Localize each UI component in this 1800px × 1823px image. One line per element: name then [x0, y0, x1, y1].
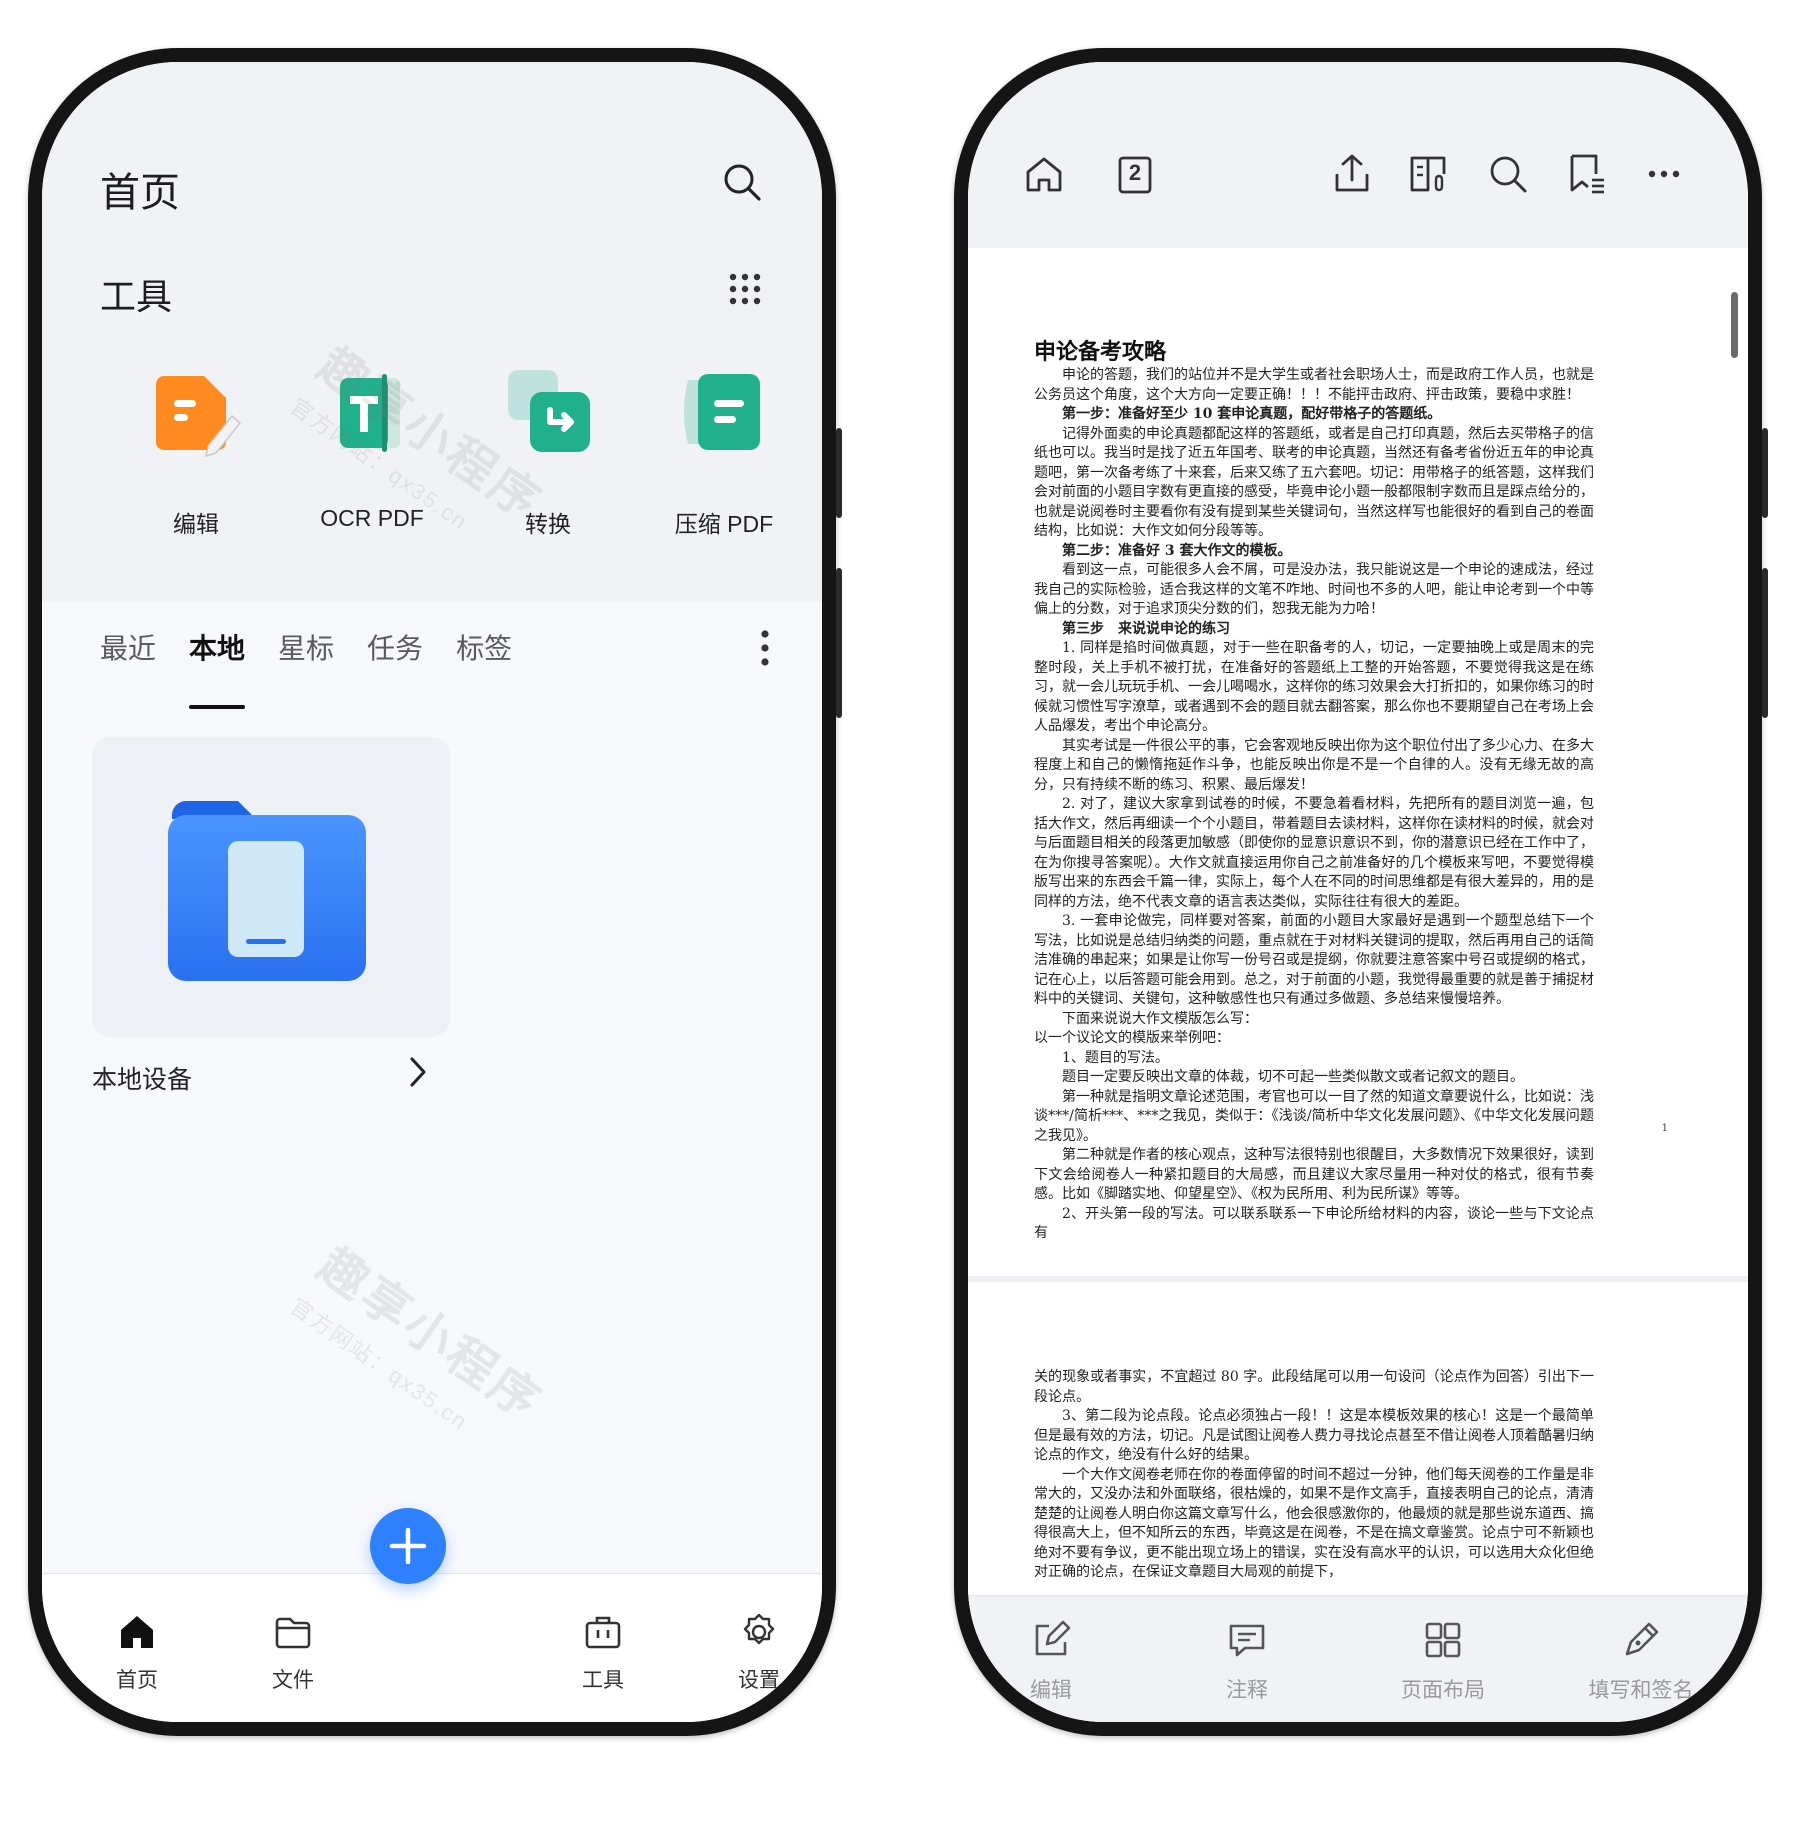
convert-icon [508, 370, 590, 452]
tool-edit[interactable]: 编辑 [106, 362, 286, 539]
file-tabs: 最近 本地 星标 任务 标签 [100, 617, 512, 709]
nav-label: 填写和签名 [1588, 1679, 1694, 1702]
comment-icon [1229, 1624, 1265, 1657]
bottom-navigation: 首页 文件 工具 设置 [42, 1573, 822, 1722]
document-paragraph: 第二种就是作者的核心观点，这种写法很特别也很醒目，大多数情况下效果很好，读到下文… [1034, 1147, 1594, 1202]
document-paragraph: 3. 一套申论做完，同样要对答案，前面的小题目大家最好是遇到一个题型总结下一个写… [1034, 913, 1594, 1007]
editor-bottom-toolbar: 编辑 注释 页面布局 填写和签名 [968, 1595, 1748, 1722]
nav-edit[interactable]: 编辑 [996, 1618, 1106, 1704]
document-paragraph: 第三步 来说说申论的练习 [1062, 620, 1230, 637]
watermark: 趣享小程序 官方网站：qx35.cn [285, 1238, 552, 1436]
scrollbar[interactable] [1731, 292, 1738, 358]
phone-frame-right: 2 申论备考攻略 申论的答题，我们的站位并不是大学生或者社会职场人士，而是政府工… [954, 48, 1768, 1736]
home-icon[interactable] [1020, 150, 1068, 198]
document-paragraph: 一个大作文阅卷老师在你的卷面停留的时间不超过一分钟，他们每天阅卷的工作量是非常大… [1034, 1466, 1594, 1581]
folder-icon [275, 1617, 311, 1649]
more-icon[interactable] [1640, 150, 1688, 198]
document-paragraph: 下面来说说大作文模版怎么写： [1062, 1010, 1258, 1027]
tool-label: OCR PDF [320, 505, 424, 531]
document-paragraph: 1. 同样是掐时间做真题，对于一些在职备考的人，切记，一定要抽晚上或是周末的完整… [1034, 640, 1594, 734]
phone-frame-left: 首页 工具 编辑 OCR PDF 转换 压缩 PDF 最近 本地 星标 任务 标… [28, 48, 842, 1736]
chevron-right-icon[interactable] [404, 1054, 432, 1090]
gear-icon [743, 1613, 775, 1645]
volume-button [836, 428, 842, 518]
nav-label: 页面布局 [1401, 1679, 1485, 1702]
power-button [1762, 568, 1768, 718]
tool-label: 压缩 PDF [674, 511, 774, 537]
page-title: 首页 [100, 171, 180, 215]
nav-annotate[interactable]: 注释 [1192, 1618, 1302, 1704]
document-body: 申论的答题，我们的站位并不是大学生或者社会职场人士，而是政府工作人员，也就是公务… [1034, 366, 1594, 1244]
document-paragraph: 题目一定要反映出文章的体裁，切不可起一些类似散文或者记叙文的题目。 [1062, 1069, 1524, 1085]
edit-icon [1035, 1620, 1071, 1656]
document-paragraph: 第二步：准备好 3 套大作文的模板。 [1062, 542, 1292, 559]
search-icon[interactable] [1484, 150, 1532, 198]
document-paragraph: 2、开头第一段的写法。可以联系联系一下申论所给材料的内容，谈论一些与下文论点有 [1034, 1205, 1594, 1242]
ocr-icon [340, 374, 400, 452]
local-device-label: 本地设备 [92, 1066, 193, 1094]
compress-icon [684, 374, 760, 450]
document-title: 申论备考攻略 [1034, 339, 1167, 365]
nav-label: 文件 [272, 1669, 314, 1692]
document-paragraph: 记得外面卖的申论真题都配这样的答题纸，或者是自己打印真题，然后去买带格子的信纸也… [1034, 425, 1594, 540]
tool-ocr-pdf[interactable]: OCR PDF [282, 362, 462, 532]
edit-document-icon [156, 376, 242, 458]
document-paragraph: 第一步：准备好至少 10 套申论真题，配好带格子的答题纸。 [1062, 406, 1442, 422]
nav-label: 工具 [582, 1669, 624, 1692]
document-paragraph: 第一种就是指明文章论述范围，考官也可以一目了然的知道文章要说什么，比如说：浅谈*… [1034, 1088, 1594, 1144]
document-paragraph: 1、题目的写法。 [1062, 1049, 1169, 1066]
nav-fill-sign[interactable]: 填写和签名 [1586, 1618, 1696, 1704]
local-device-card[interactable] [92, 737, 450, 1037]
more-vertical-icon[interactable] [760, 629, 770, 667]
sign-pen-icon [1625, 1622, 1659, 1656]
nav-files[interactable]: 文件 [248, 1610, 338, 1694]
nav-page-layout[interactable]: 页面布局 [1388, 1618, 1498, 1704]
add-button[interactable] [370, 1508, 446, 1584]
page-separator [968, 1276, 1748, 1282]
tab-recent[interactable]: 最近 [100, 617, 156, 687]
home-icon [121, 1616, 153, 1648]
nav-label: 设置 [738, 1669, 780, 1692]
nav-settings[interactable]: 设置 [714, 1610, 804, 1694]
nav-label: 注释 [1226, 1679, 1268, 1702]
nav-home[interactable]: 首页 [92, 1610, 182, 1694]
reader-mode-icon[interactable] [1406, 150, 1454, 198]
page-layout-icon [1425, 1622, 1461, 1658]
tool-compress-pdf[interactable]: 压缩 PDF [634, 362, 814, 539]
tool-label: 转换 [525, 511, 571, 537]
tab-tasks[interactable]: 任务 [367, 617, 423, 687]
document-paragraph: 以一个议论文的模版来举例吧： [1034, 1030, 1230, 1046]
document-body-page2: 关的现象或者事实，不宜超过 80 字。此段结尾可以用一句设问（论点作为回答）引出… [1034, 1368, 1594, 1583]
power-button [836, 568, 842, 718]
add-icon [389, 1527, 427, 1565]
pdf-page-area[interactable]: 申论备考攻略 申论的答题，我们的站位并不是大学生或者社会职场人士，而是政府工作人… [968, 248, 1748, 1672]
tools-section-title: 工具 [100, 276, 173, 317]
bookmark-list-icon[interactable] [1562, 150, 1610, 198]
tab-local[interactable]: 本地 [189, 617, 246, 709]
tool-label: 编辑 [173, 511, 219, 537]
page-number: 1 [1661, 1123, 1668, 1134]
share-icon[interactable] [1328, 150, 1376, 198]
grid-menu-icon[interactable] [728, 272, 762, 306]
document-paragraph: 其实考试是一件很公平的事，它会客观地反映出你为这个职位付出了多少心力、在多大程度… [1034, 737, 1594, 793]
page-count-badge: 2 [1128, 160, 1142, 185]
nav-label: 编辑 [1030, 1679, 1072, 1702]
tool-convert[interactable]: 转换 [458, 362, 638, 539]
document-paragraph: 看到这一点，可能很多人会不屑，可是没办法，我只能说这是一个申论的速成法，经过我自… [1034, 562, 1594, 617]
toolbox-icon [585, 1616, 621, 1649]
nav-tools[interactable]: 工具 [558, 1610, 648, 1694]
pdf-viewer-screen: 2 申论备考攻略 申论的答题，我们的站位并不是大学生或者社会职场人士，而是政府工… [968, 62, 1748, 1722]
nav-label: 首页 [116, 1669, 158, 1692]
search-icon[interactable] [720, 160, 764, 204]
local-device-folder-icon [168, 801, 366, 981]
volume-button [1762, 428, 1768, 518]
tab-starred[interactable]: 星标 [278, 617, 334, 687]
document-paragraph: 申论的答题，我们的站位并不是大学生或者社会职场人士，而是政府工作人员，也就是公务… [1034, 367, 1594, 403]
home-screen: 首页 工具 编辑 OCR PDF 转换 压缩 PDF 最近 本地 星标 任务 标… [42, 62, 822, 1722]
document-paragraph: 3、第二段为论点段。论点必须独占一段！！这是本模板效果的核心！这是一个最简单但是… [1034, 1408, 1594, 1463]
document-paragraph: 关的现象或者事实，不宜超过 80 字。此段结尾可以用一句设问（论点作为回答）引出… [1034, 1369, 1594, 1405]
tab-tags[interactable]: 标签 [456, 617, 512, 687]
pages-count-button[interactable]: 2 [1110, 150, 1158, 198]
document-paragraph: 2. 对了，建议大家拿到试卷的时候，不要急着看材料，先把所有的题目浏览一遍，包括… [1034, 796, 1594, 910]
